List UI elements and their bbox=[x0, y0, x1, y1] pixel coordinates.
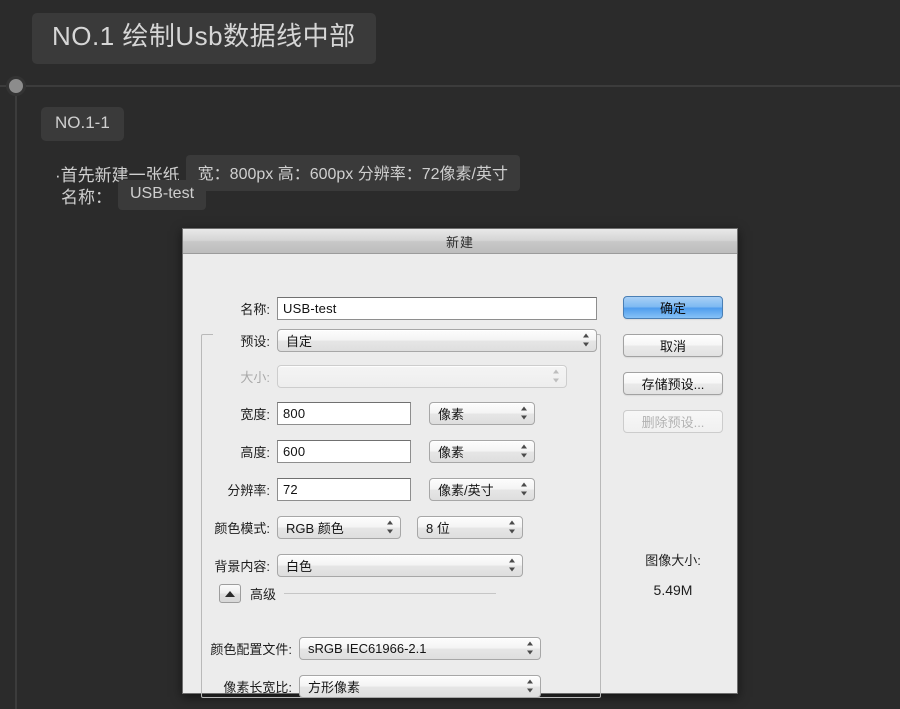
height-input[interactable]: 600 bbox=[277, 439, 411, 463]
width-unit-value: 像素 bbox=[438, 406, 465, 422]
preset-label: 预设: bbox=[240, 333, 270, 349]
chevron-updown-icon bbox=[521, 444, 528, 459]
chevron-updown-icon bbox=[583, 333, 590, 348]
color-profile-value: sRGB IEC61966-2.1 bbox=[308, 640, 427, 656]
chevron-updown-icon bbox=[509, 520, 516, 535]
delete-preset-button: 删除预设... bbox=[623, 410, 723, 433]
dialog-titlebar: 新建 bbox=[183, 229, 737, 254]
background-value: 白色 bbox=[286, 558, 313, 574]
row-resolution: 分辨率: 72 像素/英寸 bbox=[201, 477, 535, 501]
chevron-updown-icon bbox=[387, 520, 394, 535]
background-label: 背景内容: bbox=[214, 558, 270, 574]
width-unit-select[interactable]: 像素 bbox=[429, 401, 535, 425]
header-badge: NO.1 绘制Usb数据线中部 bbox=[32, 13, 376, 64]
advanced-label: 高级 bbox=[250, 587, 277, 602]
page-root: NO.1 绘制Usb数据线中部 NO.1-1 ·首先新建一张纸 宽：800px … bbox=[0, 0, 900, 709]
name-input[interactable]: USB-test bbox=[277, 296, 597, 320]
size-select bbox=[277, 364, 567, 388]
bit-depth-select[interactable]: 8 位 bbox=[417, 515, 523, 539]
resolution-input[interactable]: 72 bbox=[277, 477, 411, 501]
resolution-label: 分辨率: bbox=[227, 482, 270, 498]
pixel-aspect-label: 像素长宽比: bbox=[223, 679, 292, 695]
timeline-node-dot bbox=[6, 76, 26, 96]
chevron-updown-icon bbox=[521, 482, 528, 497]
size-label: 大小: bbox=[240, 369, 270, 385]
color-mode-label: 颜色模式: bbox=[214, 520, 270, 536]
dialog-body: 名称: USB-test 预设: 自定 大小: 宽度: 800 像素 高度: 6… bbox=[183, 254, 737, 698]
chevron-updown-icon bbox=[553, 369, 560, 384]
row-background: 背景内容: 白色 bbox=[201, 553, 523, 577]
row-size: 大小: bbox=[201, 364, 567, 388]
row-preset: 预设: 自定 bbox=[201, 328, 597, 352]
row-pixel-aspect: 像素长宽比: 方形像素 bbox=[191, 674, 541, 698]
chevron-updown-icon bbox=[527, 679, 534, 694]
color-mode-select[interactable]: RGB 颜色 bbox=[277, 515, 401, 539]
color-mode-value: RGB 颜色 bbox=[286, 520, 344, 536]
dialog-title: 新建 bbox=[445, 234, 474, 250]
image-size-readout: 图像大小: 5.49M bbox=[613, 550, 733, 598]
row-width: 宽度: 800 像素 bbox=[201, 401, 535, 425]
note-name-label: 名称： bbox=[61, 187, 112, 207]
advanced-divider bbox=[284, 593, 497, 594]
resolution-unit-select[interactable]: 像素/英寸 bbox=[429, 477, 535, 501]
color-profile-select[interactable]: sRGB IEC61966-2.1 bbox=[299, 636, 541, 660]
image-size-caption: 图像大小: bbox=[645, 553, 701, 568]
chevron-updown-icon bbox=[509, 558, 516, 573]
note-line-secondary: 名称： USB-test bbox=[61, 180, 207, 210]
preset-value: 自定 bbox=[286, 333, 313, 349]
note-spec-chip: 宽：800px 高：600px 分辨率：72像素/英寸 bbox=[185, 155, 520, 191]
pixel-aspect-select[interactable]: 方形像素 bbox=[299, 674, 541, 698]
resolution-unit-value: 像素/英寸 bbox=[438, 482, 494, 498]
preset-select[interactable]: 自定 bbox=[277, 328, 597, 352]
width-input[interactable]: 800 bbox=[277, 401, 411, 425]
chevron-updown-icon bbox=[527, 641, 534, 656]
advanced-disclosure-row[interactable]: 高级 bbox=[219, 584, 497, 603]
sub-step-badge: NO.1-1 bbox=[41, 107, 124, 141]
name-label: 名称: bbox=[240, 301, 270, 317]
color-profile-label: 颜色配置文件: bbox=[210, 641, 292, 657]
row-height: 高度: 600 像素 bbox=[201, 439, 535, 463]
ok-button[interactable]: 确定 bbox=[623, 296, 723, 319]
pixel-aspect-value: 方形像素 bbox=[308, 679, 361, 695]
height-unit-value: 像素 bbox=[438, 444, 465, 460]
new-document-dialog: 新建 名称: USB-test 预设: 自定 大小: 宽度: 800 像素 高度… bbox=[182, 228, 738, 698]
width-label: 宽度: bbox=[240, 406, 270, 422]
image-size-value: 5.49M bbox=[653, 582, 693, 598]
save-preset-button[interactable]: 存储预设... bbox=[623, 372, 723, 395]
triangle-up-icon[interactable] bbox=[219, 584, 241, 603]
row-color-profile: 颜色配置文件: sRGB IEC61966-2.1 bbox=[191, 636, 541, 660]
height-label: 高度: bbox=[240, 444, 270, 460]
bit-depth-value: 8 位 bbox=[426, 520, 450, 536]
cancel-button[interactable]: 取消 bbox=[623, 334, 723, 357]
chevron-updown-icon bbox=[521, 406, 528, 421]
row-name: 名称: USB-test bbox=[201, 296, 597, 320]
note-name-chip: USB-test bbox=[118, 180, 207, 210]
row-color-mode: 颜色模式: RGB 颜色 8 位 bbox=[201, 515, 523, 539]
timeline-vertical-line bbox=[15, 90, 17, 709]
background-select[interactable]: 白色 bbox=[277, 553, 523, 577]
timeline-horizontal-rule bbox=[0, 85, 900, 87]
height-unit-select[interactable]: 像素 bbox=[429, 439, 535, 463]
